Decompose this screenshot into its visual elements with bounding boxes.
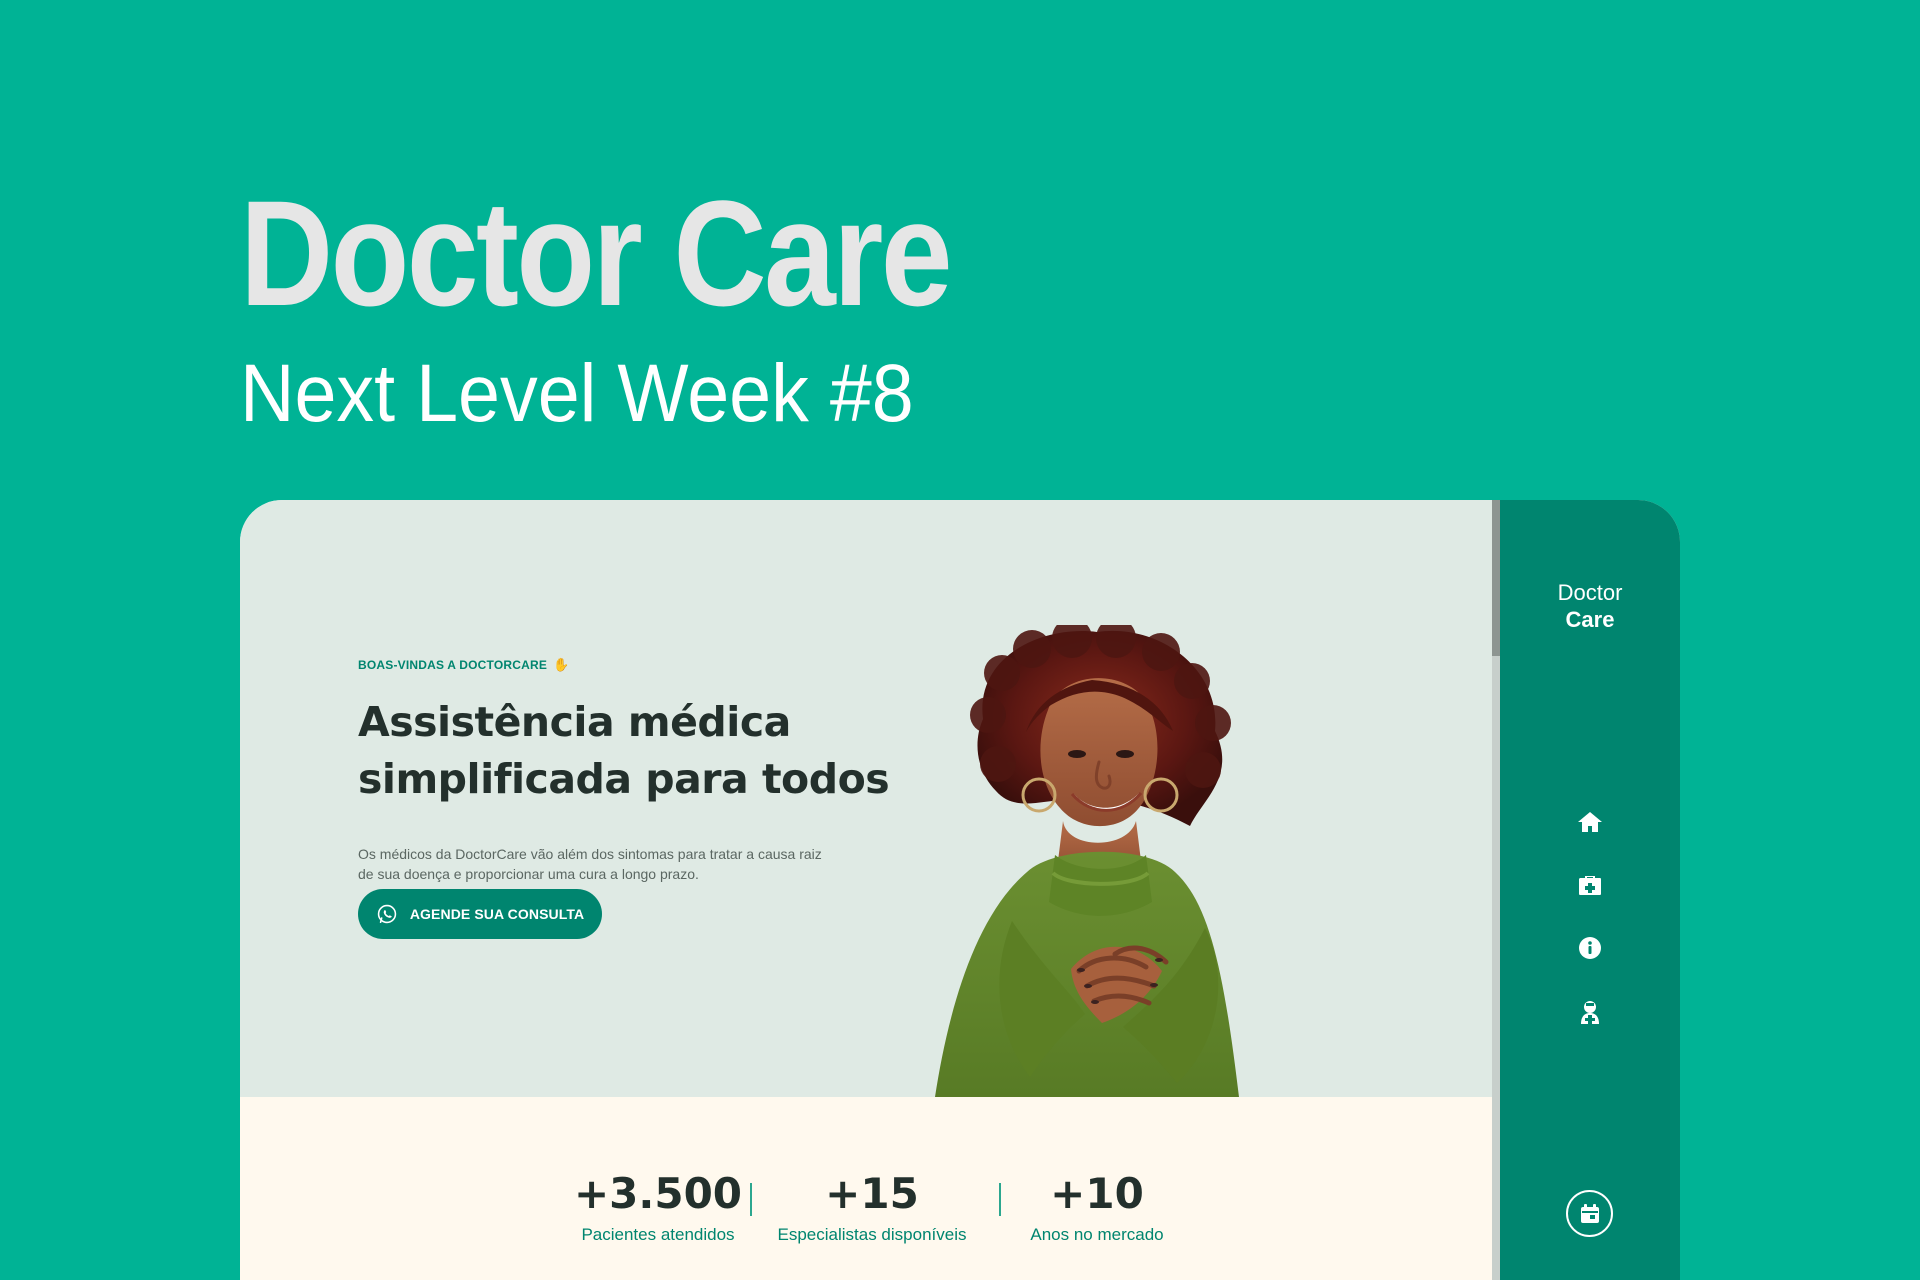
cover-subtitle: Next Level Week #8 [240, 348, 914, 439]
stat-specialists: +15 Especialistas disponíveis [767, 1170, 977, 1245]
sidebar-item-about[interactable] [1572, 930, 1608, 966]
hero-title-line-1: Assistência médica [358, 698, 791, 746]
welcome-kicker-text: BOAS-VINDAS A DOCTORCARE [358, 658, 548, 672]
schedule-appointment-label: AGENDE SUA CONSULTA [409, 906, 585, 922]
hero-title: Assistência médica simplificada para tod… [358, 694, 918, 808]
hero-section: BOAS-VINDAS A DOCTORCARE ✋ Assistência mé… [240, 500, 1494, 1097]
hero-description-line-2: de sua doença e proporcionar uma cura a … [358, 866, 699, 882]
calendar-button[interactable] [1566, 1190, 1613, 1237]
hero-description: Os médicos da DoctorCare vão além dos si… [358, 844, 878, 884]
home-icon [1578, 812, 1602, 832]
hero-title-line-2: simplificada para todos [358, 755, 890, 803]
calendar-icon [1580, 1203, 1599, 1223]
cover-title: Doctor Care [240, 169, 953, 337]
stat-years: +10 Anos no mercado [1012, 1170, 1182, 1245]
stat-patients-label: Pacientes atendidos [581, 1225, 735, 1244]
brand-logo: Doctor Care [1500, 580, 1680, 634]
welcome-kicker: BOAS-VINDAS A DOCTORCARE ✋ [358, 657, 569, 673]
sidebar-navigation: Doctor Care [1500, 500, 1680, 1280]
stat-divider [999, 1183, 1001, 1216]
waving-hand-icon: ✋ [553, 657, 570, 672]
sidebar-item-doctors[interactable] [1572, 994, 1608, 1030]
stat-years-value: +10 [1050, 1169, 1144, 1218]
page-scrollbar-thumb[interactable] [1492, 500, 1500, 656]
stat-patients-value: +3.500 [573, 1169, 743, 1218]
website-mockup: BOAS-VINDAS A DOCTORCARE ✋ Assistência mé… [240, 500, 1680, 1280]
stat-patients: +3.500 Pacientes atendidos [558, 1170, 758, 1245]
schedule-appointment-button[interactable]: AGENDE SUA CONSULTA [358, 889, 602, 939]
stat-specialists-value: +15 [825, 1169, 919, 1218]
brand-second-word: Care [1565, 607, 1615, 632]
hero-description-line-1: Os médicos da DoctorCare vão além dos si… [358, 846, 822, 862]
stat-years-label: Anos no mercado [1030, 1225, 1164, 1244]
sidebar-item-services[interactable] [1572, 867, 1608, 903]
sidebar-item-home[interactable] [1572, 804, 1608, 840]
brand-first-word: Doctor [1557, 580, 1623, 605]
smiling-woman-photo [935, 625, 1239, 1097]
stat-specialists-label: Especialistas disponíveis [777, 1225, 967, 1244]
whatsapp-icon [377, 904, 397, 924]
stat-divider [750, 1183, 752, 1216]
doctor-icon [1581, 1000, 1599, 1024]
info-icon [1579, 937, 1601, 959]
medical-kit-icon [1579, 876, 1601, 895]
